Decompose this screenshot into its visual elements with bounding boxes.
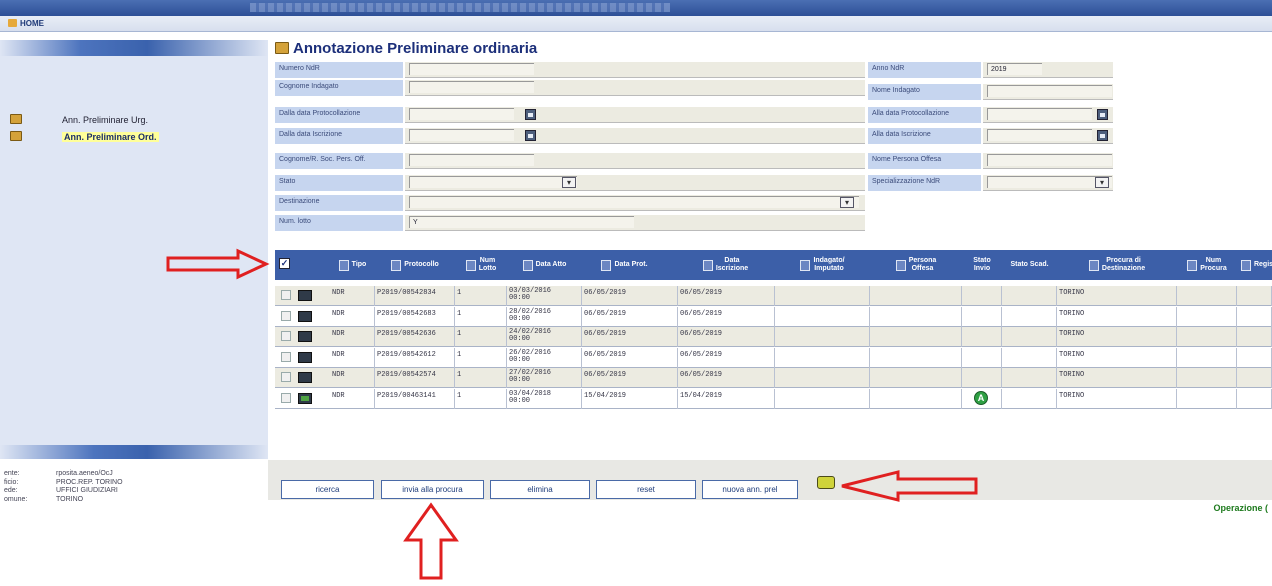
arrow-right-annotation (166, 248, 270, 280)
arrow-left-annotation (841, 470, 978, 502)
annotation-arrows (166, 248, 978, 580)
arrow-up-annotation (403, 502, 459, 580)
